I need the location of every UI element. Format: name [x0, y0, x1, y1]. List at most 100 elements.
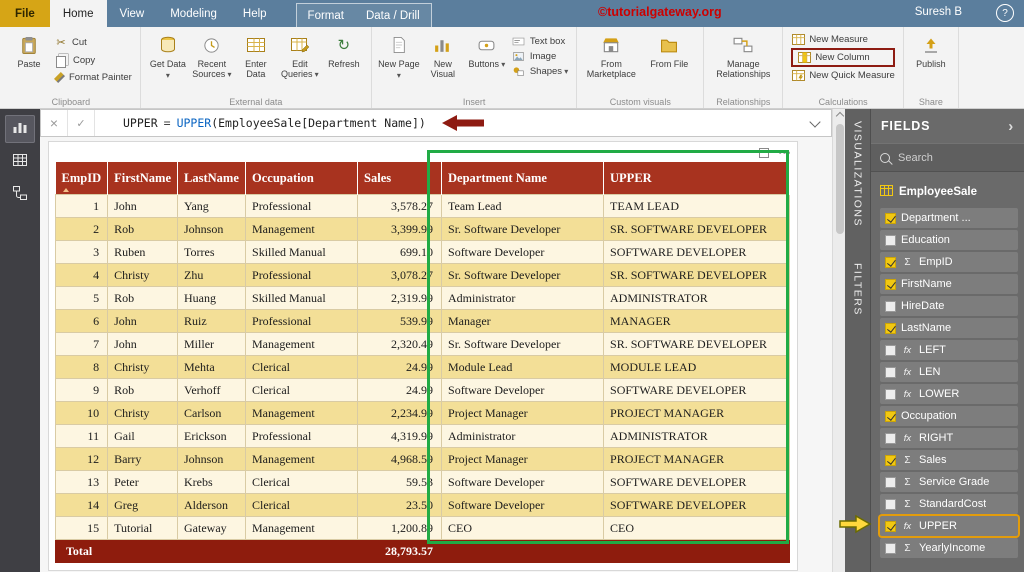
signed-in-user[interactable]: Suresh B — [915, 6, 962, 18]
field-item-occupation[interactable]: Occupation — [880, 406, 1018, 426]
checked-checkbox[interactable] — [885, 256, 896, 268]
table-visual[interactable]: EmpIDFirstNameLastNameOccupationSalesDep… — [48, 141, 798, 571]
copy-button[interactable]: Copy — [54, 53, 132, 68]
new-visual-button[interactable]: New Visual — [422, 30, 464, 95]
column-header-lastname[interactable]: LastName — [177, 162, 247, 195]
ribbon-group-insert: New Page New Visual Buttons Text box Ima… — [372, 27, 578, 108]
new-measure-button[interactable]: New Measure — [791, 34, 895, 45]
unchecked-checkbox[interactable] — [885, 234, 896, 246]
cancel-formula-button[interactable] — [41, 110, 68, 136]
cell: 4,319.99 — [357, 424, 443, 448]
field-item-lastname[interactable]: LastName — [880, 318, 1018, 338]
field-item-department[interactable]: Department ... — [880, 208, 1018, 228]
checked-checkbox[interactable] — [885, 410, 896, 422]
new-page-button[interactable]: New Page — [378, 30, 420, 95]
scroll-up-icon[interactable] — [835, 111, 844, 121]
field-item-right[interactable]: fx RIGHT — [880, 428, 1018, 448]
paste-button[interactable]: Paste — [8, 30, 50, 95]
new-column-button[interactable]: New Column — [797, 52, 885, 63]
shapes-button[interactable]: Shapes — [512, 66, 568, 77]
canvas-scrollbar[interactable] — [832, 109, 845, 572]
field-item-left[interactable]: fx LEFT — [880, 340, 1018, 360]
unchecked-checkbox[interactable] — [885, 476, 896, 488]
get-data-button[interactable]: Get Data — [147, 30, 189, 95]
manage-relationships-button[interactable]: Manage Relationships — [710, 30, 776, 95]
field-item-yearlyincome[interactable]: Σ YearlyIncome — [880, 538, 1018, 558]
visualizations-panel-tab[interactable]: VISUALIZATIONS — [852, 121, 864, 227]
unchecked-checkbox[interactable] — [885, 432, 896, 444]
more-options-icon[interactable] — [778, 144, 791, 162]
tab-home[interactable]: Home — [49, 0, 107, 27]
tab-file[interactable]: File — [0, 0, 50, 27]
field-item-firstname[interactable]: FirstName — [880, 274, 1018, 294]
tab-view-label: View — [119, 7, 145, 20]
cell: Management — [245, 217, 359, 241]
column-header-sales[interactable]: Sales — [357, 162, 443, 195]
cell: Team Lead — [441, 194, 605, 218]
unchecked-checkbox[interactable] — [885, 388, 896, 400]
column-header-occupation[interactable]: Occupation — [245, 162, 359, 195]
tab-data-drill[interactable]: Data / Drill — [355, 4, 431, 27]
model-view-button[interactable] — [5, 181, 35, 209]
cell: Skilled Manual — [245, 286, 359, 310]
tab-view[interactable]: View — [107, 0, 158, 27]
filters-panel-tab[interactable]: FILTERS — [852, 263, 864, 316]
checked-checkbox[interactable] — [885, 322, 896, 334]
dax-formula-input[interactable]: UPPER = UPPER (EmployeeSale[Department N… — [123, 116, 426, 130]
cut-button[interactable]: ✂ Cut — [54, 36, 132, 49]
buttons-button[interactable]: Buttons — [466, 30, 508, 95]
column-header-firstname[interactable]: FirstName — [107, 162, 179, 195]
scrollbar-thumb[interactable] — [835, 124, 844, 234]
checked-checkbox[interactable] — [885, 520, 896, 532]
fields-search-box[interactable] — [871, 143, 1024, 172]
from-file-button[interactable]: From File — [641, 30, 697, 95]
collapse-panel-chevron-icon[interactable] — [1008, 118, 1014, 135]
search-input[interactable] — [896, 150, 1000, 165]
new-quick-measure-button[interactable]: New Quick Measure — [791, 70, 895, 81]
help-icon[interactable]: ? — [996, 4, 1014, 22]
total-label-cell: Total — [54, 539, 109, 563]
table-row-5: 5 Rob Huang Skilled Manual 2,319.99 Administr… — [54, 286, 791, 310]
image-button[interactable]: Image — [512, 51, 568, 62]
commit-formula-button[interactable] — [68, 110, 95, 136]
unchecked-checkbox[interactable] — [885, 542, 896, 554]
new-visual-label: New Visual — [430, 59, 455, 80]
unchecked-checkbox[interactable] — [885, 366, 896, 378]
publish-button[interactable]: Publish — [910, 30, 952, 95]
field-item-lower[interactable]: fx LOWER — [880, 384, 1018, 404]
format-painter-button[interactable]: Format Painter — [54, 72, 132, 83]
field-item-education[interactable]: Education — [880, 230, 1018, 250]
unchecked-checkbox[interactable] — [885, 300, 896, 312]
formula-expand-chevron-icon[interactable] — [809, 115, 821, 128]
edit-queries-button[interactable]: Edit Queries — [279, 30, 321, 95]
data-view-button[interactable] — [5, 148, 35, 176]
enter-data-button[interactable]: Enter Data — [235, 30, 277, 95]
column-header-upper[interactable]: UPPER — [603, 162, 791, 195]
tab-modeling[interactable]: Modeling — [157, 0, 230, 27]
field-item-upper[interactable]: fx UPPER — [880, 516, 1018, 536]
field-item-sales[interactable]: Σ Sales — [880, 450, 1018, 470]
tab-format[interactable]: Format — [297, 4, 355, 27]
column-header-department-name[interactable]: Department Name — [441, 162, 605, 195]
tab-help[interactable]: Help — [230, 0, 280, 27]
field-item-hiredate[interactable]: HireDate — [880, 296, 1018, 316]
recent-sources-button[interactable]: Recent Sources — [191, 30, 233, 95]
text-box-button[interactable]: Text box — [512, 36, 568, 47]
checked-checkbox[interactable] — [885, 278, 896, 290]
field-item-empid[interactable]: Σ EmpID — [880, 252, 1018, 272]
unchecked-checkbox[interactable] — [885, 498, 896, 510]
column-header-empid[interactable]: EmpID — [55, 162, 109, 195]
field-item-service-grade[interactable]: Σ Service Grade — [880, 472, 1018, 492]
field-item-len[interactable]: fx LEN — [880, 362, 1018, 382]
from-marketplace-button[interactable]: From Marketplace — [583, 30, 639, 95]
report-view-button[interactable] — [5, 115, 35, 143]
dataset-item-employeesale[interactable]: EmployeeSale — [871, 180, 1024, 204]
checked-checkbox[interactable] — [885, 454, 896, 466]
checked-checkbox[interactable] — [885, 212, 896, 224]
field-item-standardcost[interactable]: Σ StandardCost — [880, 494, 1018, 514]
refresh-button[interactable]: ↻ Refresh — [323, 30, 365, 95]
focus-mode-icon[interactable] — [759, 148, 769, 158]
cell: Tutorial — [107, 516, 179, 540]
unchecked-checkbox[interactable] — [885, 344, 896, 356]
cell: PROJECT MANAGER — [603, 401, 791, 425]
